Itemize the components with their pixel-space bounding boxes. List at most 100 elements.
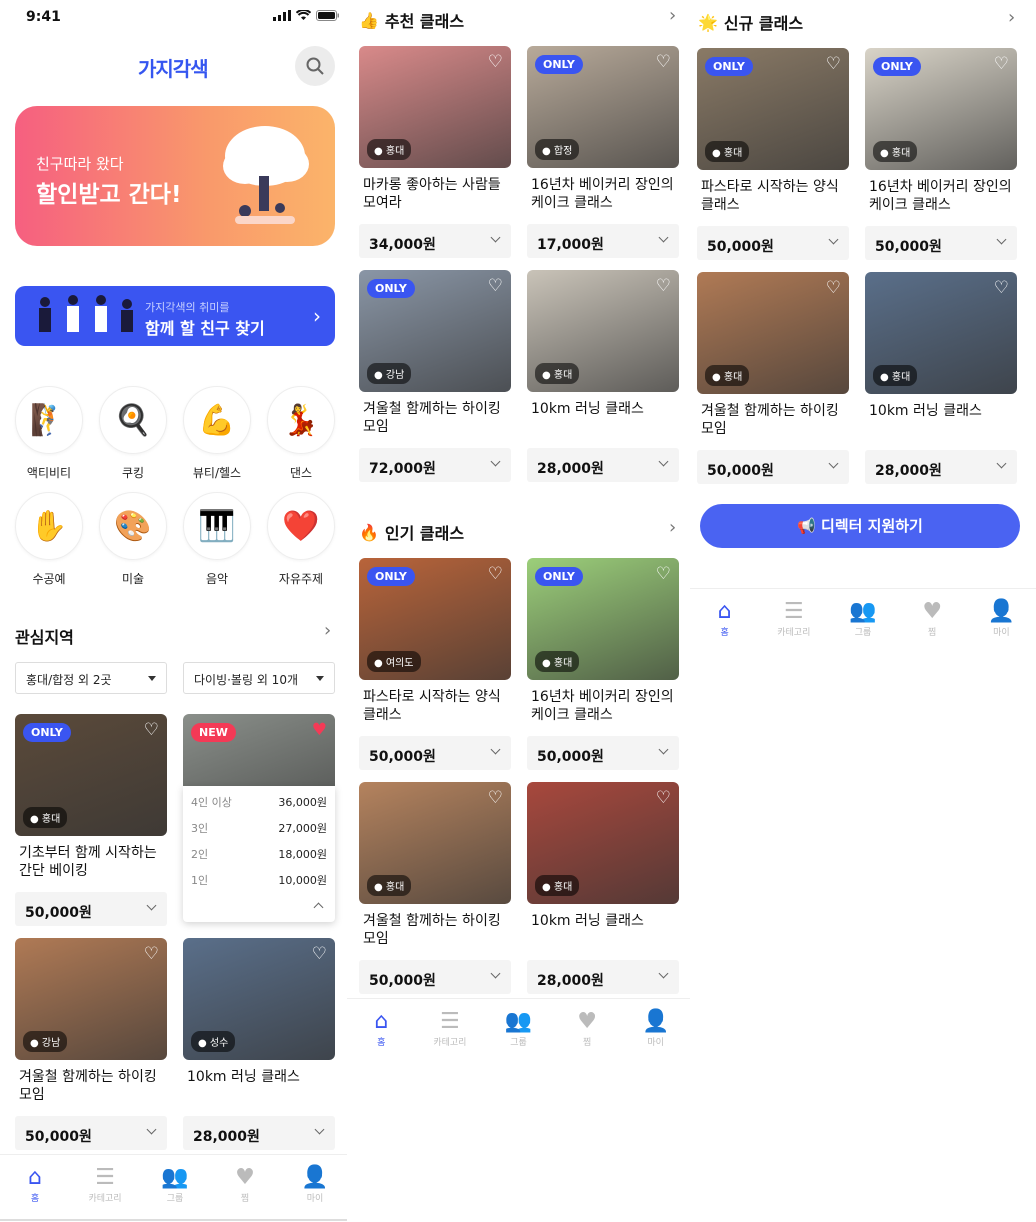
price-dropdown[interactable]: 50,000원 bbox=[697, 226, 849, 260]
price-dropdown[interactable]: 28,000원 bbox=[527, 448, 679, 482]
tab-category[interactable]: ☰ 카테고리 bbox=[420, 1009, 480, 1048]
heart-icon[interactable]: ♡ bbox=[488, 54, 503, 71]
class-image[interactable]: ♡ ● 강남 bbox=[15, 938, 167, 1060]
class-image[interactable]: ONLY ♡ ● 여의도 bbox=[359, 558, 511, 680]
class-image[interactable]: ONLY ♡ ● 홍대 bbox=[527, 558, 679, 680]
chevron-up-icon[interactable] bbox=[313, 902, 324, 913]
class-card[interactable]: ♡ ● 성수 10km 러닝 클래스 28,000원 bbox=[183, 938, 335, 1150]
search-button[interactable] bbox=[295, 46, 335, 86]
tab-wishlist[interactable]: ♥ 찜 bbox=[215, 1165, 275, 1204]
class-card[interactable]: ONLY ♡ ● 홍대 16년차 베이커리 장인의 케이크 클래스 50,000원 bbox=[865, 48, 1017, 260]
class-card[interactable]: ♡ ● 홍대 10km 러닝 클래스 28,000원 bbox=[527, 270, 679, 482]
heart-icon[interactable]: ♡ bbox=[656, 566, 671, 583]
class-card[interactable]: ♡ ● 강남 겨울철 함께하는 하이킹 모임 50,000원 bbox=[15, 938, 167, 1150]
tab-group[interactable]: 👥 그룹 bbox=[489, 1009, 549, 1048]
tab-my[interactable]: 👤 마이 bbox=[285, 1165, 345, 1204]
tab-home[interactable]: ⌂ 홈 bbox=[5, 1165, 65, 1204]
price-dropdown[interactable]: 50,000원 bbox=[15, 1116, 167, 1150]
app-logo[interactable]: 가지각색 bbox=[138, 53, 209, 82]
class-card[interactable]: ONLY ♡ ● 합정 16년차 베이커리 장인의 케이크 클래스 17,000원 bbox=[527, 46, 679, 258]
heart-filled-icon[interactable]: ♥ bbox=[312, 722, 327, 739]
class-image[interactable]: ONLY ♡ ● 홍대 bbox=[865, 48, 1017, 170]
category-item[interactable]: ✋ 수공예 bbox=[14, 492, 84, 587]
price-dropdown[interactable]: 50,000원 bbox=[527, 736, 679, 770]
price-dropdown[interactable]: 28,000원 bbox=[865, 450, 1017, 484]
heart-icon[interactable]: ♡ bbox=[144, 946, 159, 963]
category-item[interactable]: 💪 뷰티/헬스 bbox=[182, 386, 252, 481]
class-card[interactable]: ONLY ♡ ● 홍대 파스타로 시작하는 양식 클래스 50,000원 bbox=[697, 48, 849, 260]
tab-category[interactable]: ☰ 카테고리 bbox=[764, 599, 824, 638]
category-item[interactable]: 🎨 미술 bbox=[98, 492, 168, 587]
tab-group[interactable]: 👥 그룹 bbox=[145, 1165, 205, 1204]
price-dropdown[interactable]: 50,000원 bbox=[359, 960, 511, 994]
class-image[interactable]: ♡ ● 홍대 bbox=[527, 270, 679, 392]
class-card[interactable]: ONLY ♡ ● 강남 겨울철 함께하는 하이킹 모임 72,000원 bbox=[359, 270, 511, 482]
promo-banner[interactable]: 친구따라 왔다 할인받고 간다! bbox=[15, 106, 335, 246]
class-image[interactable]: ♡ ● 홍대 bbox=[697, 272, 849, 394]
category-item[interactable]: 🍳 쿠킹 bbox=[98, 386, 168, 481]
price-dropdown[interactable]: 50,000원 bbox=[697, 450, 849, 484]
tab-wishlist[interactable]: ♥ 찜 bbox=[902, 599, 962, 638]
heart-icon[interactable]: ♡ bbox=[656, 54, 671, 71]
tier-price: 27,000원 bbox=[278, 822, 327, 835]
price-dropdown[interactable]: 50,000원 bbox=[359, 736, 511, 770]
find-friend-banner[interactable]: 가지각색의 취미를 함께 할 친구 찾기 › bbox=[15, 286, 335, 346]
tab-category[interactable]: ☰ 카테고리 bbox=[75, 1165, 135, 1204]
class-card[interactable]: ONLY ♡ ● 여의도 파스타로 시작하는 양식 클래스 50,000원 bbox=[359, 558, 511, 770]
price-dropdown[interactable]: 34,000원 bbox=[359, 224, 511, 258]
tab-my[interactable]: 👤 마이 bbox=[626, 1009, 686, 1048]
category-item[interactable]: 🧗 액티비티 bbox=[14, 386, 84, 481]
class-image[interactable]: ♡ ● 홍대 bbox=[359, 782, 511, 904]
category-item[interactable]: 🎹 음악 bbox=[182, 492, 252, 587]
class-image[interactable]: ONLY ♡ ● 강남 bbox=[359, 270, 511, 392]
class-image[interactable]: ONLY ♡ ● 홍대 bbox=[697, 48, 849, 170]
class-card[interactable]: ♡ ● 홍대 겨울철 함께하는 하이킹 모임 50,000원 bbox=[359, 782, 511, 994]
price-dropdown[interactable]: 28,000원 bbox=[527, 960, 679, 994]
class-card[interactable]: ♡ ● 홍대 겨울철 함께하는 하이킹 모임 50,000원 bbox=[697, 272, 849, 484]
chevron-right-icon[interactable]: › bbox=[669, 5, 676, 26]
class-card[interactable]: ONLY ♡ ● 홍대 기초부터 함께 시작하는 간단 베이킹 50,000원 bbox=[15, 714, 167, 926]
price-dropdown[interactable]: 28,000원 bbox=[183, 1116, 335, 1150]
class-card[interactable]: ♡ ● 홍대 마카롱 좋아하는 사람들 모여라 34,000원 bbox=[359, 46, 511, 258]
heart-icon[interactable]: ♡ bbox=[656, 278, 671, 295]
heart-icon[interactable]: ♡ bbox=[488, 566, 503, 583]
heart-icon[interactable]: ♡ bbox=[994, 280, 1009, 297]
tab-my[interactable]: 👤 마이 bbox=[971, 599, 1031, 638]
category-item[interactable]: ❤️ 자유주제 bbox=[266, 492, 336, 587]
price-dropdown[interactable]: 50,000원 bbox=[15, 892, 167, 926]
tab-home[interactable]: ⌂ 홈 bbox=[695, 599, 755, 638]
class-card[interactable]: ONLY ♡ ● 홍대 16년차 베이커리 장인의 케이크 클래스 50,000원 bbox=[527, 558, 679, 770]
tab-group[interactable]: 👥 그룹 bbox=[833, 599, 893, 638]
class-image[interactable]: ♡ ● 홍대 bbox=[359, 46, 511, 168]
chevron-down-icon bbox=[996, 458, 1007, 469]
chevron-right-icon[interactable]: › bbox=[324, 620, 331, 641]
tier-label: 3인 bbox=[191, 822, 209, 835]
heart-icon[interactable]: ♡ bbox=[826, 280, 841, 297]
class-card[interactable]: ♡ ● 홍대 10km 러닝 클래스 28,000원 bbox=[527, 782, 679, 994]
price-dropdown[interactable]: 50,000원 bbox=[865, 226, 1017, 260]
heart-icon[interactable]: ♡ bbox=[656, 790, 671, 807]
heart-icon[interactable]: ♡ bbox=[144, 722, 159, 739]
heart-icon[interactable]: ♡ bbox=[488, 790, 503, 807]
heart-icon[interactable]: ♡ bbox=[488, 278, 503, 295]
price-dropdown[interactable]: 72,000원 bbox=[359, 448, 511, 482]
class-image[interactable]: ONLY ♡ ● 합정 bbox=[527, 46, 679, 168]
class-image[interactable]: ♡ ● 홍대 bbox=[865, 272, 1017, 394]
class-image[interactable]: ♡ ● 홍대 bbox=[527, 782, 679, 904]
class-image[interactable]: ♡ ● 성수 bbox=[183, 938, 335, 1060]
hobby-filter[interactable]: 다이빙·볼링 외 10개 bbox=[183, 662, 335, 694]
price-dropdown[interactable]: 17,000원 bbox=[527, 224, 679, 258]
apply-director-button[interactable]: 📢 디렉터 지원하기 bbox=[700, 504, 1020, 548]
class-card[interactable]: ♡ ● 홍대 10km 러닝 클래스 28,000원 bbox=[865, 272, 1017, 484]
class-image[interactable]: ONLY ♡ ● 홍대 bbox=[15, 714, 167, 836]
tab-wishlist[interactable]: ♥ 찜 bbox=[557, 1009, 617, 1048]
heart-icon[interactable]: ♡ bbox=[312, 946, 327, 963]
heart-icon[interactable]: ♡ bbox=[826, 56, 841, 73]
chevron-right-icon[interactable]: › bbox=[1008, 7, 1015, 28]
chevron-right-icon[interactable]: › bbox=[669, 517, 676, 538]
region-filter[interactable]: 홍대/합정 외 2곳 bbox=[15, 662, 167, 694]
heart-icon[interactable]: ♡ bbox=[994, 56, 1009, 73]
category-label: 미술 bbox=[121, 572, 145, 586]
tab-home[interactable]: ⌂ 홈 bbox=[351, 1009, 411, 1048]
category-item[interactable]: 💃 댄스 bbox=[266, 386, 336, 481]
